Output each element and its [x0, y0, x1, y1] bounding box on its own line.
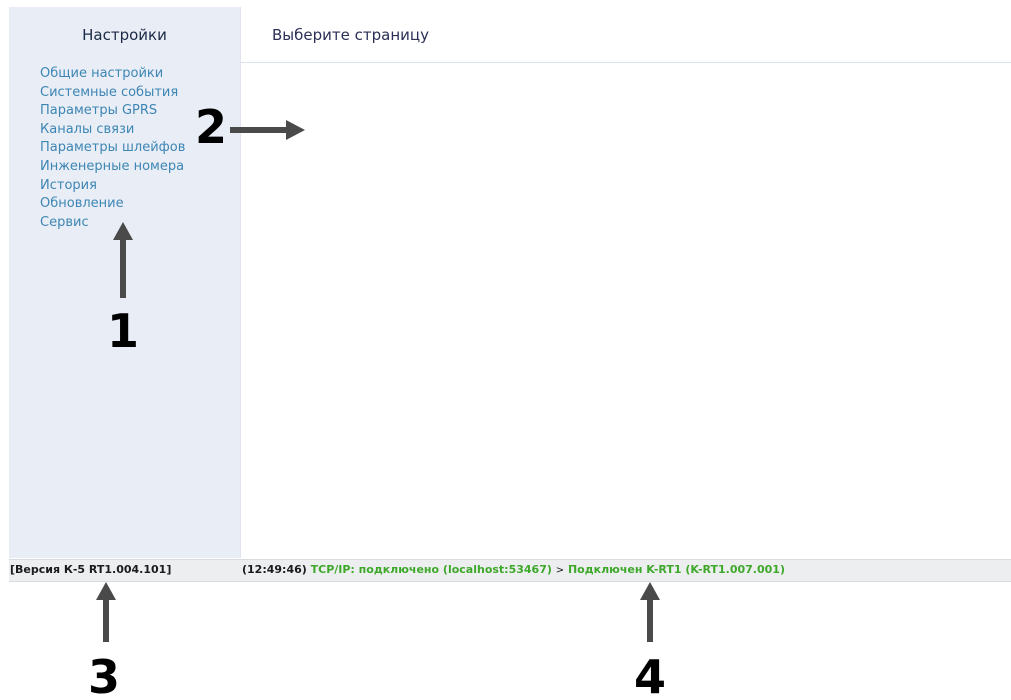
status-bar: [Версия К-5 RT1.004.101] (12:49:46) TCP/…: [9, 559, 1011, 582]
sidebar-item-general-settings[interactable]: Общие настройки: [40, 65, 185, 84]
settings-window: Настройки Общие настройки Системные собы…: [0, 0, 1011, 700]
page-title: Выберите страницу: [272, 26, 429, 44]
annotation-label-3: 3: [88, 650, 121, 700]
sidebar-item-history[interactable]: История: [40, 177, 185, 196]
sidebar-item-system-events[interactable]: Системные события: [40, 84, 185, 103]
sidebar-title: Настройки: [82, 26, 167, 44]
device-status: Подключен K-RT1 (K-RT1.007.001): [567, 563, 785, 576]
annotation-arrow-4: [640, 582, 660, 642]
sidebar-item-update[interactable]: Обновление: [40, 195, 185, 214]
annotation-arrow-1: [113, 222, 133, 298]
sidebar-item-loop-params[interactable]: Параметры шлейфов: [40, 139, 185, 158]
annotation-label-4: 4: [634, 650, 667, 700]
annotation-label-1: 1: [107, 304, 140, 358]
main-content: Выберите страницу: [241, 7, 1011, 558]
tcp-status: TCP/IP: подключено (localhost:53467): [310, 563, 552, 576]
status-separator: >: [555, 565, 565, 576]
status-time: (12:49:46): [242, 563, 307, 576]
annotation-arrow-2: [230, 120, 305, 140]
sidebar-item-channels[interactable]: Каналы связи: [40, 121, 185, 140]
connection-log: (12:49:46) TCP/IP: подключено (localhost…: [242, 560, 785, 581]
annotation-label-2: 2: [195, 100, 228, 154]
sidebar-item-gprs-params[interactable]: Параметры GPRS: [40, 102, 185, 121]
annotation-arrow-3: [96, 582, 116, 642]
sidebar-item-engineer-numbers[interactable]: Инженерные номера: [40, 158, 185, 177]
main-header: Выберите страницу: [241, 7, 1011, 63]
sidebar-menu: Общие настройки Системные события Параме…: [40, 65, 185, 232]
version-label: [Версия К-5 RT1.004.101]: [10, 563, 172, 576]
